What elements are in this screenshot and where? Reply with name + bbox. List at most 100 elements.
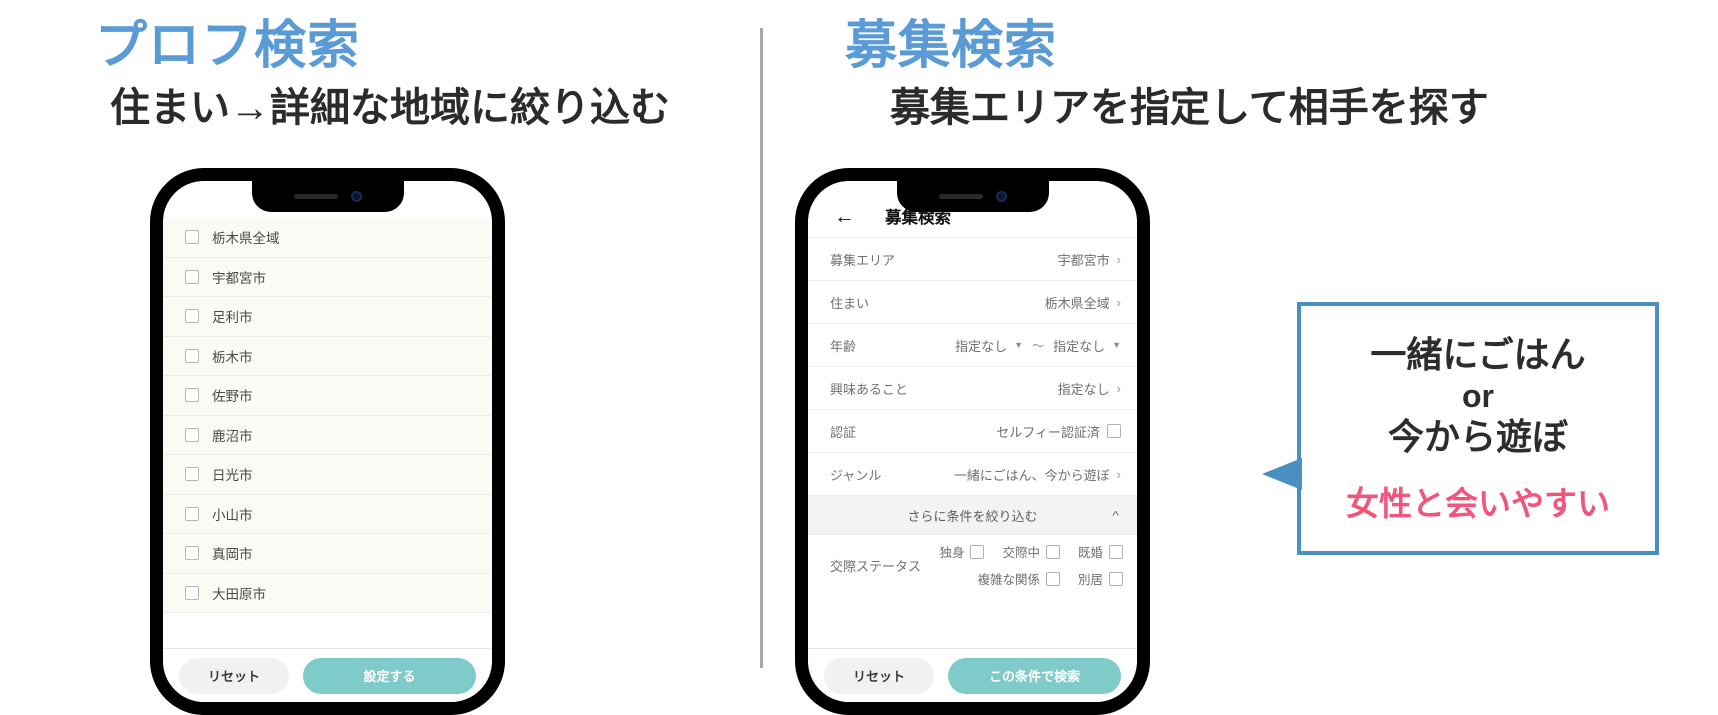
checkbox-icon[interactable] [185, 230, 199, 245]
area-list-item-label: 栃木県全域 [212, 231, 280, 247]
status-option-label: 交際中 [1002, 546, 1040, 560]
checkbox-icon[interactable] [185, 348, 199, 363]
area-list-item-label: 真岡市 [212, 547, 253, 563]
earpiece-speaker-right [938, 194, 983, 199]
more-filters-toggle[interactable]: さらに条件を絞り込む ^ [808, 495, 1137, 534]
status-option[interactable]: 別居 [1078, 569, 1123, 588]
filter-row-value[interactable]: セルフィー認証済 [996, 422, 1121, 441]
area-list-item-label: 足利市 [212, 310, 253, 326]
back-arrow-icon[interactable]: ← [834, 206, 855, 227]
phone-notch-right [896, 181, 1049, 212]
apply-button[interactable]: 設定する [303, 657, 476, 694]
chevron-right-icon[interactable]: › [1117, 295, 1121, 310]
checkbox-icon[interactable] [185, 467, 199, 482]
filter-row-label: 年齢 [830, 338, 857, 354]
area-list-item[interactable]: 栃木市 [163, 337, 492, 376]
status-option-label: 既婚 [1077, 546, 1103, 560]
filter-row-value-text: セルフィー認証済 [996, 424, 1100, 440]
checkbox-icon[interactable] [1107, 424, 1121, 438]
callout-pointer [1262, 458, 1302, 490]
checkbox-icon[interactable] [1109, 571, 1123, 586]
right-footer-bar: リセット この条件で検索 [808, 648, 1137, 702]
status-options-row-1: 独身 交際中 既婚 [939, 542, 1123, 561]
filter-row[interactable]: 年齢 指定なし ▼ 〜指定なし ▼ [808, 323, 1137, 366]
filter-row-value[interactable]: 一緒にごはん、今から遊ぼ › [954, 465, 1121, 484]
area-list-item[interactable]: 大田原市 [163, 574, 492, 613]
age-range-separator: 〜 [1032, 338, 1045, 353]
callout-box: 一緒にごはん or 今から遊ぼ 女性と会いやすい [1262, 302, 1659, 555]
filter-row-value-text: 指定なし [1057, 381, 1110, 397]
status-option-label: 別居 [1077, 573, 1103, 587]
left-phone-mockup: 栃木県全域 宇都宮市 足利市 栃木市 佐野市 鹿沼市 日光市 小山市 真岡市 大田原市 リセット … [150, 168, 505, 715]
area-list-item[interactable]: 佐野市 [163, 376, 492, 416]
area-list-item[interactable]: 日光市 [163, 455, 492, 495]
checkbox-icon[interactable] [185, 309, 199, 324]
filter-row[interactable]: 住まい 栃木県全域 › [808, 280, 1137, 323]
filter-row-value[interactable]: 指定なし ▼ 〜指定なし ▼ [955, 336, 1121, 355]
checkbox-icon[interactable] [185, 585, 199, 600]
checkbox-icon[interactable] [185, 269, 199, 284]
checkbox-icon[interactable] [1045, 571, 1060, 586]
area-list-item[interactable]: 真岡市 [163, 534, 492, 574]
area-checkbox-list: 栃木県全域宇都宮市足利市栃木市佐野市鹿沼市 日光市 小山市真岡市大田原市 [163, 218, 492, 613]
status-options-row-2: 複雑な関係 別居 [977, 569, 1123, 588]
checkbox-icon[interactable] [185, 546, 199, 561]
filter-row-label: ジャンル [830, 467, 882, 483]
filter-row-label: 住まい [830, 295, 870, 311]
checkbox-icon[interactable] [185, 506, 199, 521]
area-list-item[interactable]: 栃木県全域 [163, 218, 492, 258]
filter-row-label: 認証 [830, 424, 857, 440]
right-panel-title: 募集検索 [845, 17, 1058, 75]
chevron-right-icon[interactable]: › [1117, 467, 1121, 482]
filter-row-value[interactable]: 指定なし › [1058, 379, 1121, 398]
search-button[interactable]: この条件で検索 [948, 657, 1121, 694]
left-panel-heading: プロフ検索 住まい→詳細な地域に絞り込む [95, 16, 670, 136]
status-option[interactable]: 複雑な関係 [977, 569, 1060, 588]
reset-button[interactable]: リセット [179, 657, 289, 694]
area-list-item[interactable]: 鹿沼市 [163, 416, 492, 455]
area-list-item-label: 大田原市 [212, 586, 266, 602]
area-list-item-label: 佐野市 [212, 389, 253, 405]
callout-accent-text: 女性と会いやすい [1346, 484, 1610, 522]
status-option[interactable]: 交際中 [1002, 542, 1060, 561]
age-value_min-value: 指定なし [955, 338, 1008, 354]
checkbox-icon[interactable] [970, 544, 985, 559]
age-value_max-value: 指定なし [1053, 338, 1106, 354]
filter-row-value[interactable]: 宇都宮市 › [1058, 250, 1121, 269]
chevron-right-icon[interactable]: › [1117, 252, 1121, 267]
checkbox-icon[interactable] [1109, 544, 1123, 559]
status-option-label: 独身 [939, 546, 965, 560]
filter-row-label: 興味あること [830, 381, 909, 397]
reset-button-right[interactable]: リセット [824, 657, 934, 694]
checkbox-icon[interactable] [185, 388, 199, 403]
relationship-status-row: 交際ステータス 独身 交際中 既婚 複雑な関係 別居 [808, 534, 1137, 595]
filter-row-value[interactable]: 栃木県全域 › [1045, 293, 1121, 312]
relationship-status-label: 交際ステータス [830, 558, 922, 574]
status-option[interactable]: 既婚 [1078, 542, 1123, 561]
filter-row[interactable]: 募集エリア 宇都宮市 › [808, 237, 1137, 280]
caret-down-icon-2[interactable]: ▼ [1112, 340, 1121, 350]
left-phone-screen: 栃木県全域 宇都宮市 足利市 栃木市 佐野市 鹿沼市 日光市 小山市 真岡市 大田原市 リセット … [163, 181, 492, 702]
filter-row[interactable]: 興味あること 指定なし › [808, 366, 1137, 409]
right-panel-subtitle: 募集エリアを指定して相手を探す [890, 86, 1489, 130]
right-phone-mockup: ← 募集検索 募集エリア 宇都宮市 › 住まい 栃木県全域 › 年齢 指定なし ▼ 〜指定なし ▼ 興… [795, 168, 1150, 715]
area-list-item-label: 栃木市 [212, 349, 253, 365]
checkbox-icon[interactable] [1045, 544, 1060, 559]
caret-down-icon-1[interactable]: ▼ [1014, 340, 1023, 350]
front-camera-icon-right [995, 191, 1007, 202]
checkbox-icon[interactable] [185, 427, 199, 442]
filter-row-value-text: 一緒にごはん、今から遊ぼ [953, 467, 1110, 483]
left-panel-title: プロフ検索 [95, 17, 361, 75]
left-panel-subtitle: 住まい→詳細な地域に絞り込む [110, 86, 670, 130]
area-list-item[interactable]: 足利市 [163, 297, 492, 337]
filter-row-value-text: 栃木県全域 [1044, 295, 1110, 311]
area-list-item[interactable]: 小山市 [163, 495, 492, 534]
area-list-item[interactable]: 宇都宮市 [163, 258, 492, 297]
filter-row[interactable]: 認証 セルフィー認証済 [808, 409, 1137, 452]
front-camera-icon [350, 191, 362, 202]
status-option[interactable]: 独身 [939, 542, 985, 561]
chevron-right-icon[interactable]: › [1117, 381, 1121, 396]
callout-line-2: or [1462, 377, 1494, 414]
more-filters-label: さらに条件を絞り込む [907, 508, 1038, 524]
filter-row[interactable]: ジャンル 一緒にごはん、今から遊ぼ › [808, 452, 1137, 495]
